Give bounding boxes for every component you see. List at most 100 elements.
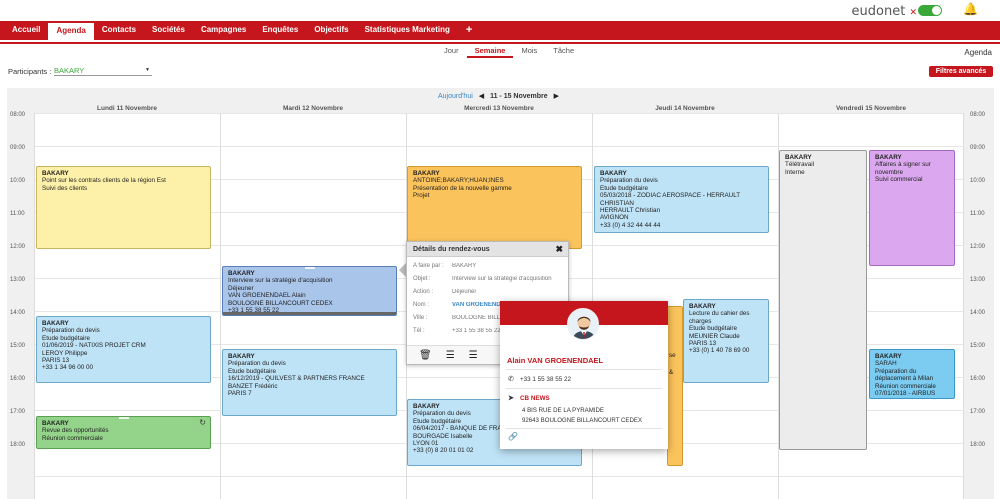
- event-line: MEUNIER Claude: [689, 332, 740, 340]
- event-line: Déjeuner: [228, 284, 254, 292]
- event-monday-opportunities[interactable]: ↻ BAKARY Revue des opportunités Réunion …: [36, 416, 211, 449]
- event-thursday-cahier[interactable]: BAKARY Lecture du cahier des charges Etu…: [683, 299, 769, 383]
- event-owner: BAKARY: [228, 270, 255, 277]
- event-owner: BAKARY: [875, 154, 902, 161]
- detail-label: Action :: [413, 288, 434, 295]
- event-line: Préparation du devis: [600, 177, 658, 185]
- event-friday-teletravail[interactable]: BAKARY Télétravail Interne: [779, 150, 867, 450]
- day-header-tuesday: Mardi 12 Novembre: [283, 105, 343, 112]
- event-monday-contracts[interactable]: BAKARY Point sur les contrats clients de…: [36, 166, 211, 249]
- event-monday-devis[interactable]: BAKARY Préparation du devis Etude budgét…: [36, 316, 211, 383]
- event-line: Etude budgétaire: [689, 325, 737, 333]
- top-bar: eudonet ✕ 🔔: [0, 0, 1000, 21]
- previous-week-icon[interactable]: ◀: [479, 93, 484, 100]
- caret-down-icon: ▼: [145, 67, 150, 73]
- tab-tache[interactable]: Tâche: [545, 46, 582, 58]
- event-line: charges: [689, 317, 712, 325]
- event-wednesday-partial[interactable]: se &: [667, 306, 683, 466]
- resize-handle[interactable]: [304, 267, 315, 269]
- view-tabs: Jour Semaine Mois Tâche: [436, 46, 582, 58]
- event-line: Lecture du cahier des: [689, 310, 750, 318]
- trash-icon[interactable]: 🗑: [419, 350, 432, 361]
- nav-agenda[interactable]: Agenda: [48, 21, 94, 40]
- tab-semaine[interactable]: Semaine: [466, 46, 514, 58]
- close-icon[interactable]: ✖: [555, 244, 563, 255]
- event-owner: BAKARY: [413, 170, 440, 177]
- time-label: 15:00: [10, 343, 26, 349]
- contact-address-line1: 4 BIS RUE DE LA PYRAMIDE: [522, 407, 604, 414]
- layers-icon[interactable]: ☰: [446, 350, 455, 361]
- nav-accueil[interactable]: Accueil: [4, 21, 48, 40]
- nav-objectifs[interactable]: Objectifs: [306, 21, 356, 40]
- hour-line: [34, 113, 964, 114]
- detail-value: Déjeuner: [452, 288, 477, 295]
- layers-icon[interactable]: ☰: [469, 350, 478, 361]
- day-separator: [963, 113, 964, 499]
- hour-line: [34, 476, 964, 477]
- nav-societes[interactable]: Sociétés: [144, 21, 193, 40]
- event-owner: BAKARY: [785, 154, 812, 161]
- event-line: Réunion commerciale: [42, 434, 103, 442]
- event-line: Etude budgétaire: [600, 184, 648, 192]
- event-tuesday-devis[interactable]: BAKARY Préparation du devis Etude budgét…: [222, 349, 397, 416]
- toggle-switch[interactable]: [918, 5, 942, 16]
- event-thursday-devis[interactable]: BAKARY Préparation du devis Etude budgét…: [594, 166, 769, 233]
- event-line: Etude budgétaire: [42, 334, 90, 342]
- tab-jour[interactable]: Jour: [436, 46, 467, 58]
- event-line: déplacement à Milan: [875, 375, 934, 383]
- event-friday-milan[interactable]: BAKARY SARAH Préparation du déplacement …: [869, 349, 955, 399]
- event-line: Interview sur la stratégie d'acquisition: [228, 277, 333, 285]
- event-line: Revue des opportunités: [42, 427, 109, 435]
- event-owner: BAKARY: [875, 353, 902, 360]
- event-line: BOULOGNE BILLANCOURT CEDEX: [228, 299, 333, 307]
- recurrence-icon: ↻: [199, 418, 206, 427]
- detail-row: Action : Déjeuner: [407, 285, 568, 298]
- event-line: Préparation du devis: [42, 327, 100, 335]
- tab-mois[interactable]: Mois: [513, 46, 545, 58]
- event-line: VAN GROENENDAEL Alain: [228, 292, 306, 300]
- day-header-friday: Vendredi 15 Novembre: [835, 105, 907, 112]
- bell-icon[interactable]: 🔔: [963, 2, 978, 16]
- event-line: Réunion commerciale: [875, 382, 936, 390]
- resize-handle[interactable]: [118, 417, 129, 419]
- day-header-thursday: Jeudi 14 Novembre: [655, 105, 715, 112]
- week-navigation: Aujourd'hui ◀ 11 - 15 Novembre ▶: [7, 92, 994, 100]
- event-wednesday-presentation[interactable]: BAKARY ANTOINE;BAKARY;HUAN;INES Présenta…: [407, 166, 582, 249]
- time-label: 14:00: [970, 310, 986, 316]
- today-link[interactable]: Aujourd'hui: [438, 93, 473, 100]
- time-label: 12:00: [10, 244, 26, 250]
- contact-phone[interactable]: ✆ +33 1 55 38 55 22: [508, 375, 571, 383]
- event-line: +33 (0) 4 32 44 44 44: [600, 221, 661, 229]
- event-tuesday-interview[interactable]: BAKARY Interview sur la stratégie d'acqu…: [222, 266, 397, 316]
- send-icon: ➤: [508, 395, 514, 402]
- nav-campagnes[interactable]: Campagnes: [193, 21, 254, 40]
- nav-add-button[interactable]: +: [458, 21, 480, 40]
- event-line: Affaires à signer sur: [875, 161, 931, 169]
- event-friday-affaires[interactable]: BAKARY Affaires à signer sur novembre Su…: [869, 150, 955, 266]
- participants-select[interactable]: BAKARY ▼: [54, 66, 152, 76]
- detail-label: Objet :: [413, 275, 431, 282]
- time-label: 10:00: [10, 178, 26, 184]
- time-label: 08:00: [970, 112, 986, 118]
- time-label: 13:00: [970, 277, 986, 283]
- next-week-icon[interactable]: ▶: [554, 93, 559, 100]
- nav-statistiques-marketing[interactable]: Statistiques Marketing: [357, 21, 458, 40]
- contact-name[interactable]: Alain VAN GROENENDAEL: [507, 356, 603, 365]
- contact-address-line2: 92643 BOULOGNE BILLANCOURT CEDEX: [522, 417, 643, 424]
- week-range: 11 - 15 Novembre: [490, 93, 548, 100]
- event-line: PARIS 13: [689, 340, 717, 348]
- event-owner: BAKARY: [228, 353, 255, 360]
- nav-contacts[interactable]: Contacts: [94, 21, 144, 40]
- time-label: 14:00: [10, 310, 26, 316]
- time-label: 16:00: [970, 376, 986, 382]
- contact-company[interactable]: ➤ CB NEWS: [508, 394, 550, 402]
- event-line: 01/06/2019 - NATIXIS PROJET CRM: [42, 342, 146, 350]
- event-line: Préparation du: [875, 367, 917, 375]
- event-line: HERRAULT Christian: [600, 207, 660, 215]
- advanced-filters-button[interactable]: Filtres avancés: [929, 66, 993, 77]
- time-label: 18:00: [10, 442, 26, 448]
- event-line: CHRISTIAN: [600, 199, 634, 207]
- nav-enquetes[interactable]: Enquêtes: [254, 21, 306, 40]
- link-icon[interactable]: 🔗: [508, 432, 518, 441]
- time-label: 13:00: [10, 277, 26, 283]
